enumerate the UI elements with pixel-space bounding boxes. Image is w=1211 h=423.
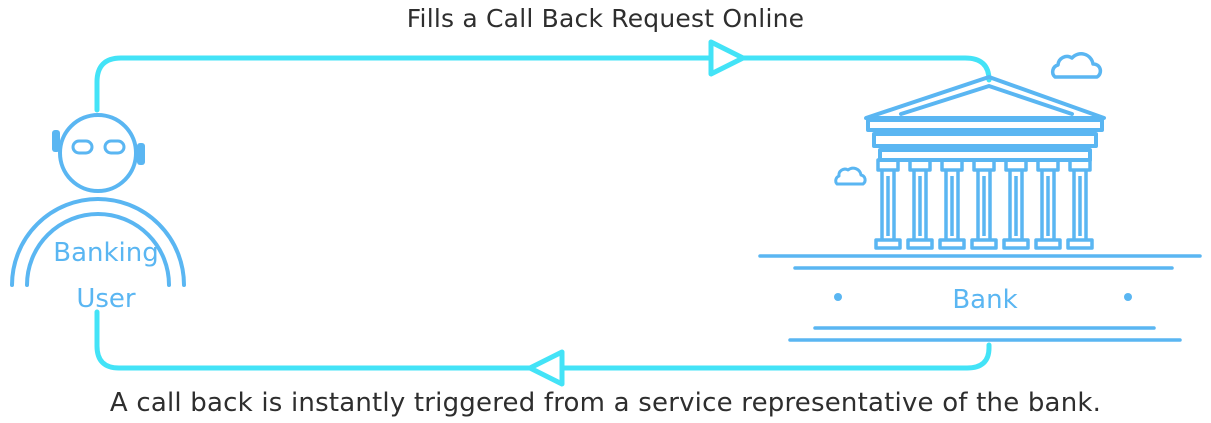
user-label-line2: User [76,284,136,314]
bank-column [906,158,934,250]
bank-building-icon [864,75,1106,162]
request-arrow-icon [708,39,746,77]
response-flow-label: A call back is instantly triggered from … [109,388,1102,418]
bank-label: Bank [952,285,1018,315]
request-flow-line [94,55,992,113]
diagram-canvas [10,39,1202,387]
bank-columns [874,158,1094,250]
bullet-dot-icon [834,293,842,301]
cloud-icon [834,166,867,186]
response-arrow-icon [527,349,565,387]
bank-column [970,158,998,250]
bullet-dot-icon [1124,293,1132,301]
bank-column [874,158,902,250]
request-flow-label: Fills a Call Back Request Online [406,4,805,33]
bank-column [938,158,966,250]
user-label-line1: Banking [53,238,159,268]
bank-column [1034,158,1062,250]
bank-column [1066,158,1094,250]
bank-column [1002,158,1030,250]
cloud-icon [1050,52,1103,79]
